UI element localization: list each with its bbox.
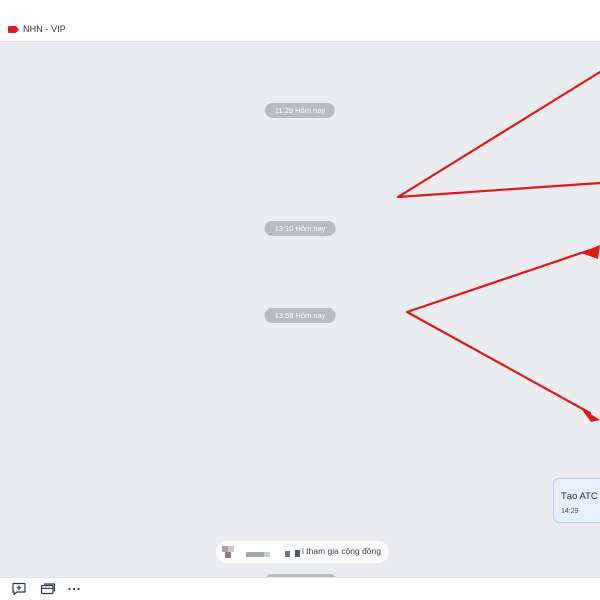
message-list[interactable]: 11:29 Hôm nay 13:10 Hôm nay 13:58 Hôm na…: [0, 42, 600, 577]
chat-toolbar: [0, 577, 600, 600]
card-icon[interactable]: [40, 582, 56, 596]
message-text: Tạo ATC r: [561, 491, 600, 502]
chat-title[interactable]: NHN - VIP: [23, 24, 66, 34]
blurred-name: [246, 552, 264, 557]
timestamp-divider: 11:29 Hôm nay: [264, 103, 336, 118]
add-message-icon[interactable]: [11, 582, 27, 596]
blurred-name: [264, 552, 270, 557]
chat-header: NHN - VIP: [0, 0, 600, 42]
blurred-name: [285, 551, 290, 557]
timestamp-divider: 13:10 Hôm nay: [264, 221, 336, 236]
more-icon[interactable]: [66, 582, 82, 596]
blurred-name: [295, 550, 300, 557]
message-bubble[interactable]: Tạo ATC r 14:29: [553, 478, 600, 523]
message-time: 14:29: [561, 508, 579, 515]
join-notice: i tham gia cộng đồng: [216, 541, 389, 563]
tag-icon: [8, 26, 19, 33]
blurred-avatar: [225, 552, 231, 558]
join-notice-text: i tham gia cộng đồng: [302, 546, 381, 556]
timestamp-divider: 13:58 Hôm nay: [264, 308, 336, 323]
